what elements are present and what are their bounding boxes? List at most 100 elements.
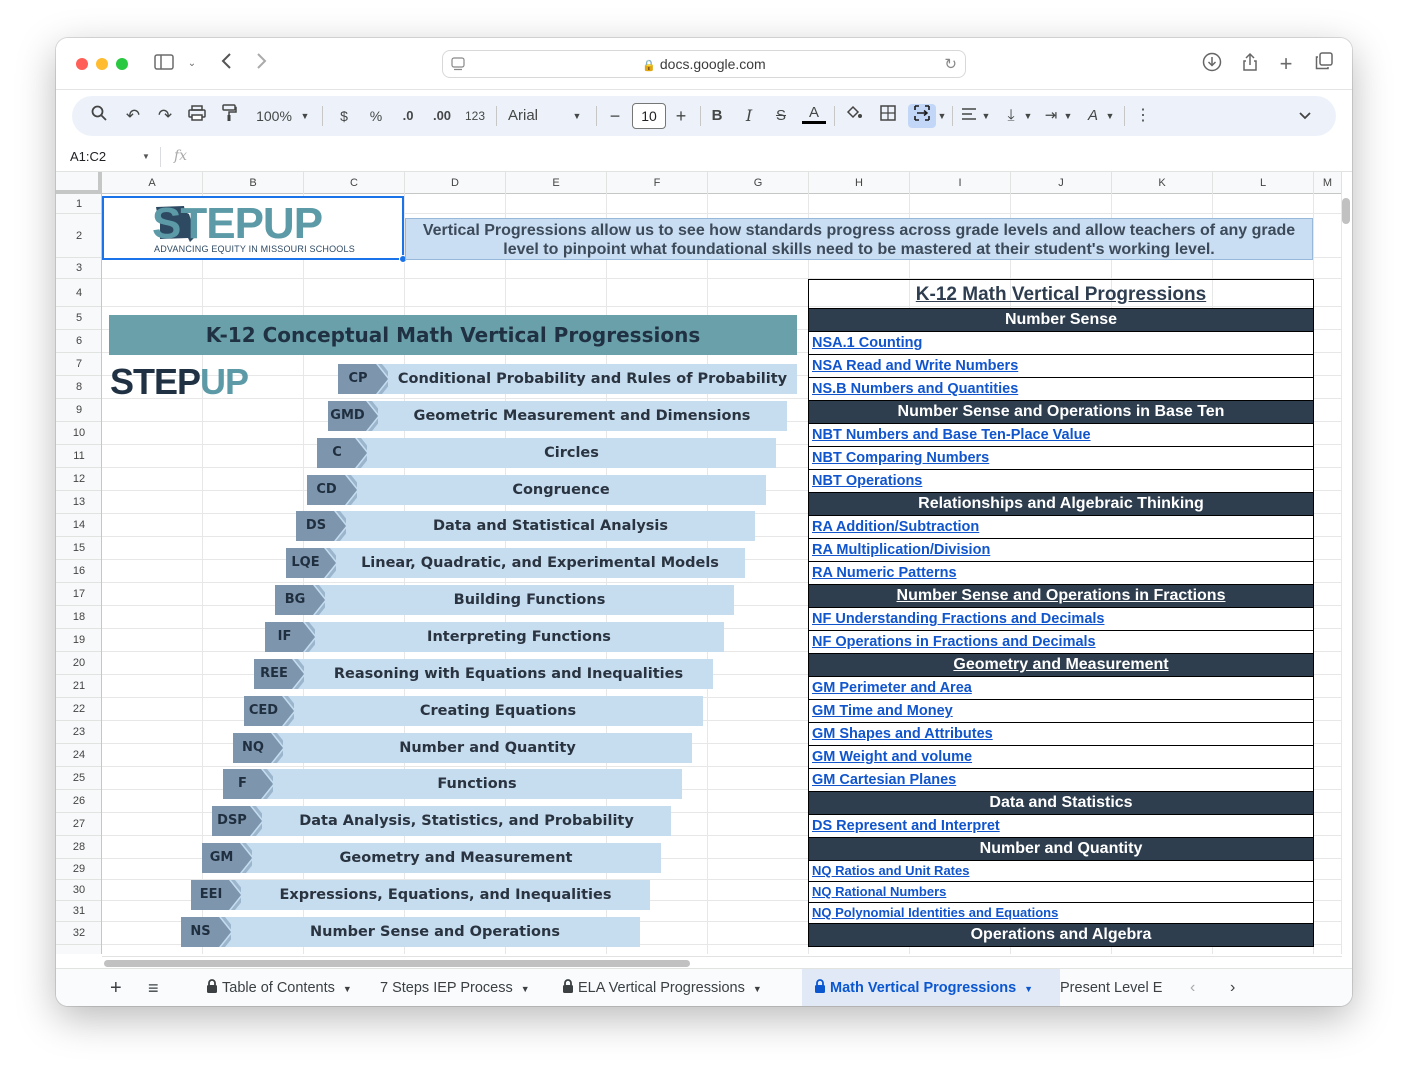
progression-link[interactable]: RA Multiplication/Division: [808, 539, 1314, 562]
horizontal-scrollbar[interactable]: [102, 956, 1342, 968]
font-dropdown-icon[interactable]: ▼: [570, 104, 584, 128]
progression-link-text[interactable]: GM Weight and volume: [812, 749, 972, 765]
progression-link-text[interactable]: NF Understanding Fractions and Decimals: [812, 611, 1104, 627]
column-header-b[interactable]: B: [203, 172, 304, 194]
align-dropdown-icon[interactable]: ▼: [980, 104, 992, 128]
row-header-22[interactable]: 22: [56, 698, 101, 721]
sheet-tab[interactable]: Table of Contents ▼: [202, 969, 368, 1006]
row-header-31[interactable]: 31: [56, 901, 101, 922]
row-header-26[interactable]: 26: [56, 790, 101, 813]
horizontal-align-icon[interactable]: [958, 104, 980, 128]
print-icon[interactable]: [186, 104, 208, 128]
font-select[interactable]: Arial: [508, 104, 568, 128]
progression-link-text[interactable]: NQ Ratios and Unit Rates: [812, 863, 969, 878]
progression-link-text[interactable]: GM Perimeter and Area: [812, 680, 972, 696]
search-menus-icon[interactable]: [88, 104, 110, 128]
column-header-l[interactable]: L: [1213, 172, 1314, 194]
progression-link[interactable]: GM Perimeter and Area: [808, 677, 1314, 700]
progression-link[interactable]: NBT Numbers and Base Ten-Place Value: [808, 424, 1314, 447]
row-header-13[interactable]: 13: [56, 491, 101, 514]
row-header-17[interactable]: 17: [56, 583, 101, 606]
valign-dropdown-icon[interactable]: ▼: [1022, 104, 1034, 128]
progression-link[interactable]: NSA Read and Write Numbers: [808, 355, 1314, 378]
sheet-tab-dropdown-icon[interactable]: ▼: [753, 984, 762, 994]
progression-link[interactable]: GM Cartesian Planes: [808, 769, 1314, 792]
progression-link-text[interactable]: GM Cartesian Planes: [812, 772, 956, 788]
row-header-6[interactable]: 6: [56, 330, 101, 353]
row-header-28[interactable]: 28: [56, 836, 101, 859]
row-header-30[interactable]: 30: [56, 880, 101, 901]
column-header-g[interactable]: G: [708, 172, 809, 194]
progression-link[interactable]: NSA.1 Counting: [808, 332, 1314, 355]
row-header-25[interactable]: 25: [56, 767, 101, 790]
horizontal-scrollbar-thumb[interactable]: [104, 960, 690, 967]
strikethrough-button[interactable]: S: [770, 104, 792, 128]
more-options-icon[interactable]: ⋮: [1134, 104, 1152, 128]
italic-button[interactable]: I: [738, 104, 760, 128]
download-icon[interactable]: [1200, 52, 1224, 76]
vertical-scrollbar-thumb[interactable]: [1342, 198, 1350, 224]
back-icon[interactable]: [216, 52, 236, 76]
progression-link-text[interactable]: GM Shapes and Attributes: [812, 726, 993, 742]
tabs-scroll-right-icon[interactable]: ›: [1230, 969, 1235, 1006]
sheet-grid[interactable]: STEPUP ADVANCING EQUITY IN MISSOURI SCHO…: [102, 194, 1342, 954]
row-header-21[interactable]: 21: [56, 675, 101, 698]
progression-link-text[interactable]: NBT Comparing Numbers: [812, 450, 989, 466]
decrease-font-size-button[interactable]: −: [606, 104, 624, 128]
column-header-e[interactable]: E: [506, 172, 607, 194]
progression-link[interactable]: NBT Comparing Numbers: [808, 447, 1314, 470]
sheet-tab-dropdown-icon[interactable]: ▼: [1024, 984, 1033, 994]
progression-link-text[interactable]: NF Operations in Fractions and Decimals: [812, 634, 1096, 650]
format-percent-button[interactable]: %: [366, 104, 386, 128]
fill-color-icon[interactable]: [842, 104, 866, 128]
row-header-27[interactable]: 27: [56, 813, 101, 836]
row-header-2[interactable]: 2: [56, 214, 101, 258]
row-header-29[interactable]: 29: [56, 859, 101, 880]
logo-cell[interactable]: STEPUP ADVANCING EQUITY IN MISSOURI SCHO…: [102, 196, 407, 263]
zoom-dropdown-icon[interactable]: ▼: [298, 104, 312, 128]
format-currency-button[interactable]: $: [334, 104, 354, 128]
progression-link[interactable]: GM Weight and volume: [808, 746, 1314, 769]
progression-link[interactable]: NQ Ratios and Unit Rates: [808, 861, 1314, 882]
minimize-window-button[interactable]: [96, 58, 108, 70]
select-all-corner[interactable]: [56, 172, 102, 194]
redo-icon[interactable]: ↷: [154, 104, 176, 128]
row-header-4[interactable]: 4: [56, 279, 101, 307]
row-header-1[interactable]: 1: [56, 194, 101, 214]
progression-link-text[interactable]: NS.B Numbers and Quantities: [812, 381, 1018, 397]
progression-link[interactable]: NF Operations in Fractions and Decimals: [808, 631, 1314, 654]
collapse-toolbar-icon[interactable]: [1294, 104, 1316, 128]
row-header-19[interactable]: 19: [56, 629, 101, 652]
row-header-12[interactable]: 12: [56, 468, 101, 491]
row-header-15[interactable]: 15: [56, 537, 101, 560]
vertical-align-icon[interactable]: ⤓: [1000, 104, 1022, 128]
progression-link[interactable]: NBT Operations: [808, 470, 1314, 493]
address-bar[interactable]: 🔒 docs.google.com ↻: [442, 50, 966, 78]
all-sheets-icon[interactable]: ≡: [148, 969, 159, 1006]
row-header-14[interactable]: 14: [56, 514, 101, 537]
row-header-18[interactable]: 18: [56, 606, 101, 629]
progression-link[interactable]: NQ Polynomial Identities and Equations: [808, 903, 1314, 924]
row-header-5[interactable]: 5: [56, 307, 101, 330]
progression-link[interactable]: GM Time and Money: [808, 700, 1314, 723]
column-header-a[interactable]: A: [102, 172, 203, 194]
borders-icon[interactable]: [876, 104, 900, 128]
bold-button[interactable]: B: [706, 104, 728, 128]
merge-dropdown-icon[interactable]: ▼: [936, 104, 948, 128]
rotation-dropdown-icon[interactable]: ▼: [1104, 104, 1116, 128]
progression-link-text[interactable]: DS Represent and Interpret: [812, 818, 1000, 834]
progression-link[interactable]: GM Shapes and Attributes: [808, 723, 1314, 746]
name-box[interactable]: A1:C2: [70, 149, 106, 164]
decrease-decimal-button[interactable]: .0: [396, 104, 420, 128]
wrap-dropdown-icon[interactable]: ▼: [1062, 104, 1074, 128]
name-box-dropdown-icon[interactable]: ▼: [142, 152, 150, 161]
sidebar-icon[interactable]: [152, 52, 176, 76]
column-header-k[interactable]: K: [1112, 172, 1213, 194]
row-header-10[interactable]: 10: [56, 422, 101, 445]
column-header-h[interactable]: H: [809, 172, 910, 194]
new-tab-icon[interactable]: +: [1274, 52, 1298, 76]
row-header-23[interactable]: 23: [56, 721, 101, 744]
row-header-11[interactable]: 11: [56, 445, 101, 468]
formula-input[interactable]: [200, 146, 1340, 168]
row-header-32[interactable]: 32: [56, 922, 101, 945]
